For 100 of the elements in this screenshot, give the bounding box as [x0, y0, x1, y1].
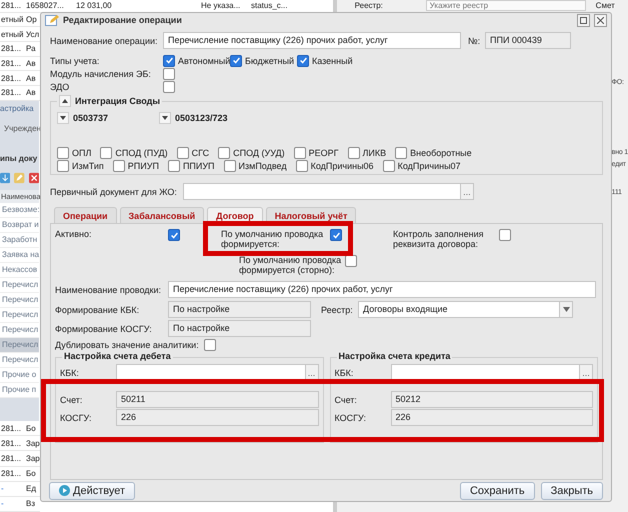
section-title: ипы доку	[0, 152, 38, 165]
table-cell-text: 281...	[0, 74, 22, 83]
checkbox[interactable]	[168, 229, 180, 242]
section-title: 0503737	[73, 113, 108, 124]
tab[interactable]: Забалансовый	[120, 207, 204, 224]
delete-icon[interactable]	[28, 172, 39, 184]
checkbox[interactable]	[176, 146, 189, 159]
account-field[interactable]: 50212	[390, 391, 593, 408]
table-cell-text: 281...	[0, 438, 22, 448]
dropdown-button[interactable]	[559, 301, 573, 318]
table-cell-text: Бо	[25, 424, 37, 433]
checkbox[interactable]	[163, 80, 175, 93]
table-cell-text: Ав	[25, 74, 37, 83]
table-cell: Зар	[25, 454, 39, 463]
kbk-field[interactable]: По настройке	[168, 301, 311, 318]
field-label: Формирование КБК:	[55, 304, 140, 315]
field-label: Первичный документ для ЖО:	[50, 186, 177, 197]
checkbox[interactable]	[499, 229, 511, 242]
checkbox[interactable]	[294, 146, 306, 159]
download-icon[interactable]	[0, 172, 10, 184]
table-cell-text: 1658027...	[25, 1, 65, 10]
checkbox-label: КодПричины07	[398, 160, 461, 171]
field-label: Наименование операции:	[50, 36, 158, 46]
field-label: Смет	[596, 1, 615, 10]
kosgu-field[interactable]: По настройке	[168, 320, 311, 338]
checkbox[interactable]	[218, 146, 230, 159]
checkbox[interactable]	[345, 255, 357, 268]
checkbox[interactable]	[168, 160, 180, 172]
collapse-icon[interactable]	[59, 95, 71, 108]
dialog-button[interactable]: Сохранить	[460, 482, 535, 500]
list-item[interactable]: Заработн	[0, 232, 39, 248]
field-label: Формирование КОСГУ:	[55, 324, 153, 334]
expand-icon[interactable]	[57, 112, 69, 124]
checkbox[interactable]	[395, 146, 408, 159]
field-label: КБК:	[60, 368, 80, 378]
section-title: Настройка счета дебета	[64, 351, 171, 362]
checkbox[interactable]	[57, 160, 69, 172]
list-item[interactable]: Перечисл	[0, 292, 39, 308]
play-icon	[59, 485, 70, 496]
list-item[interactable]: Прочие о	[0, 368, 39, 383]
checkbox-label: Бюджетный	[245, 56, 294, 66]
registry-dropdown[interactable]: Договоры входящие	[358, 301, 560, 318]
table-cell-text: етный	[0, 30, 24, 39]
field-label: Наименование проводки:	[55, 284, 162, 295]
table-cell-text: 281...	[0, 469, 22, 478]
kosgu-field[interactable]: 226	[390, 409, 593, 426]
field-label: Реестр:	[354, 1, 384, 10]
table-cell: Зар	[25, 438, 39, 448]
maximize-icon[interactable]	[577, 14, 590, 27]
checkbox[interactable]	[224, 160, 236, 172]
list-item[interactable]: Безвозме:	[0, 202, 39, 218]
list-item[interactable]: Возврат и	[0, 218, 39, 233]
account-field[interactable]: 50211	[116, 391, 318, 408]
number-field[interactable]: ППИ 000439	[485, 32, 571, 50]
panel-title: астройка	[0, 102, 35, 115]
primary-document-field[interactable]	[182, 183, 461, 200]
table-cell-text: Вз	[25, 499, 36, 508]
table-cell-text: 12 031,00	[75, 1, 113, 10]
checkbox-label: РПИУП	[128, 160, 159, 171]
checkbox[interactable]	[204, 339, 216, 352]
checkbox[interactable]	[163, 54, 175, 67]
posting-name-field[interactable]: Перечисление поставщику (226) прочих работ, услуг	[168, 281, 596, 298]
list-item[interactable]: Заявка на	[0, 248, 39, 263]
list-item[interactable]: Перечисл	[0, 322, 39, 338]
list-item[interactable]: Перечисл	[0, 338, 39, 353]
checkbox[interactable]	[100, 146, 112, 159]
field-label: Счет:	[334, 394, 358, 405]
field-label: Активно:	[55, 229, 92, 240]
expand-icon[interactable]	[159, 112, 171, 124]
status-button[interactable]: Действует	[49, 482, 136, 500]
field-label: Контроль заполнения реквизита договора:	[393, 229, 485, 250]
checkbox-label: ЛИКВ	[362, 148, 386, 158]
list-item[interactable]: Перечисл	[0, 278, 39, 293]
checkbox[interactable]	[382, 160, 395, 172]
browse-button[interactable]: ...	[460, 183, 474, 200]
checkbox[interactable]	[297, 54, 309, 67]
tab[interactable]: Операции	[54, 207, 117, 224]
registry-field[interactable]: Укажите реестр	[426, 0, 586, 11]
table-cell: Усл	[25, 30, 39, 39]
checkbox[interactable]	[112, 160, 125, 172]
field-label: Модуль начисления ЭБ:	[50, 68, 152, 79]
list-item[interactable]: Перечисл	[0, 352, 39, 368]
checkbox-label: СПОД (УУД)	[233, 148, 285, 158]
list-item[interactable]: Некассов	[0, 262, 39, 278]
checkbox[interactable]	[330, 229, 342, 242]
checkbox[interactable]	[296, 160, 308, 172]
dialog-button[interactable]: Закрыть	[540, 482, 603, 500]
table-cell-text: Ед	[25, 484, 38, 494]
list-item[interactable]: Перечисл	[0, 308, 39, 323]
checkbox[interactable]	[163, 68, 175, 80]
checkbox[interactable]	[230, 54, 242, 67]
field-label: Счет:	[60, 394, 84, 405]
list-item[interactable]: Прочие п	[0, 382, 39, 398]
checkbox[interactable]	[348, 146, 360, 159]
operation-name-field[interactable]: Перечисление поставщику (226) прочих работ, услуг	[163, 32, 461, 50]
table-cell-text: 281...	[0, 454, 22, 463]
close-icon[interactable]	[594, 14, 607, 27]
checkbox[interactable]	[57, 146, 69, 159]
kosgu-field[interactable]: 226	[116, 409, 318, 426]
caret-icon	[562, 307, 570, 312]
